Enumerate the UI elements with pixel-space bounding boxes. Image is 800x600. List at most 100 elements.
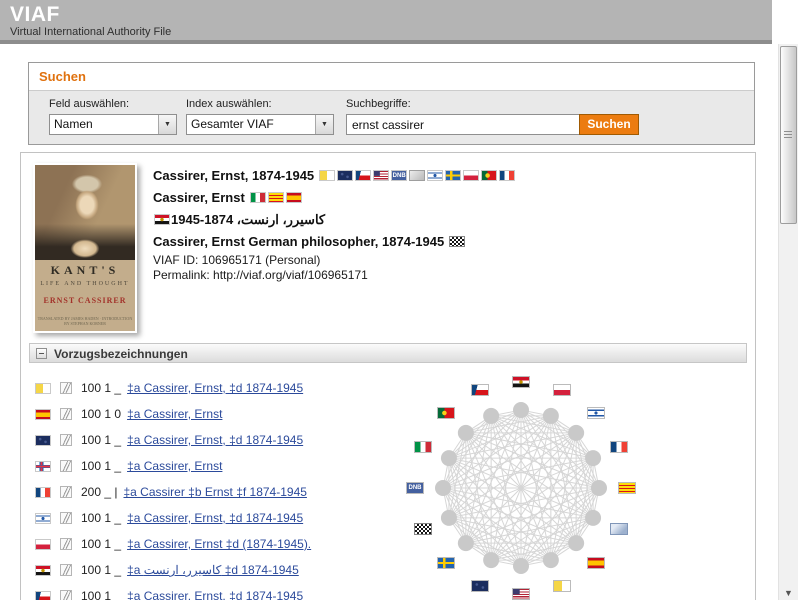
source-record-icon[interactable] [60,460,72,472]
sweden-flag-icon[interactable] [445,170,461,181]
graph-node[interactable] [441,450,457,466]
czech-flag-icon[interactable] [471,384,489,396]
graph-node[interactable] [483,552,499,568]
source-record-icon[interactable] [60,408,72,420]
heading-link[interactable]: ‡a Cassirer, Ernst, ‡d 1874-1945 [127,511,303,525]
france-flag-icon[interactable] [35,487,51,498]
dnb-flag-icon[interactable]: DNB [391,170,407,181]
catalonia-flag-icon[interactable] [268,192,284,203]
spain-flag-icon[interactable] [587,557,605,569]
graph-node[interactable] [568,535,584,551]
heading-link[interactable]: ‡a Cassirer, Ernst, ‡d 1874-1945 [127,381,303,395]
marc-field-code: 100 1 _ [81,381,121,395]
graph-node[interactable] [543,552,559,568]
heading-link[interactable]: ‡a Cassirer, Ernst [127,407,222,421]
source-record-icon[interactable] [60,564,72,576]
vatican-flag-icon[interactable] [319,170,335,181]
nukat-flag-icon[interactable] [471,580,489,592]
poland-flag-icon[interactable] [35,539,51,550]
egypt-flag-icon[interactable] [35,565,51,576]
israel-flag-icon[interactable] [427,170,443,181]
sweden-flag-icon[interactable] [437,557,455,569]
scrollbar-grip-icon [784,131,792,138]
wikidata-flag-icon[interactable] [414,523,432,535]
collapse-minus-icon[interactable] [36,348,47,359]
source-record-icon[interactable] [60,538,72,550]
viaf-cloud-graph[interactable]: DNB [376,366,666,600]
graph-node[interactable] [458,535,474,551]
nukat-flag-icon[interactable] [35,435,51,446]
app-header: VIAF Virtual International Authority Fil… [0,0,772,44]
us-flag-icon[interactable] [373,170,389,181]
wikidata-flag-icon[interactable] [449,236,465,247]
scrollbar-thumb[interactable] [780,46,797,224]
spain-flag-icon[interactable] [35,409,51,420]
vertical-scrollbar[interactable]: ▼ [778,44,798,600]
israel-flag-icon[interactable] [35,513,51,524]
marc-field-code: 100 1 _ [81,589,121,600]
chevron-down-icon[interactable]: ▼ [315,115,333,134]
record-heading-line: Cassirer, Ernst [153,187,516,209]
italy-flag-icon[interactable] [250,192,266,203]
faroe-flag-icon[interactable] [35,461,51,472]
poland-flag-icon[interactable] [463,170,479,181]
cover-subtitle: LIFE AND THOUGHT [35,281,135,287]
graph-node[interactable] [441,510,457,526]
graph-node[interactable] [585,450,601,466]
italy-flag-icon[interactable] [414,441,432,453]
czech-flag-icon[interactable] [355,170,371,181]
graph-node[interactable] [458,425,474,441]
marc-field-code: 200 _ | [81,485,117,499]
search-input[interactable] [346,114,580,135]
graph-node[interactable] [543,408,559,424]
egypt-flag-icon[interactable] [512,376,530,388]
section-bar-vorzugsbezeichnungen: Vorzugsbezeichnungen [29,343,747,363]
viaf-page: VIAF Virtual International Authority Fil… [0,0,800,600]
israel-flag-icon[interactable] [587,407,605,419]
graph-node[interactable] [568,425,584,441]
vatican-flag-icon[interactable] [35,383,51,394]
record-panel: KANT'S LIFE AND THOUGHT ERNST CASSIRER T… [20,152,756,600]
kant-portrait-art [35,165,135,260]
record-heading-line: كاسيرر، ارنست، 1874-1945 [153,209,516,231]
graph-node[interactable] [435,480,451,496]
graybox-flag-icon[interactable] [409,170,425,181]
egypt-flag-icon[interactable] [154,214,170,225]
graph-node[interactable] [513,402,529,418]
vatican-flag-icon[interactable] [553,580,571,592]
source-record-icon[interactable] [60,486,72,498]
field-select[interactable]: Namen ▼ [49,114,177,135]
search-button[interactable]: Suchen [579,114,639,135]
heading-link[interactable]: ‡a Cassirer, Ernst, ‡d 1874-1945 [127,433,303,447]
graph-node[interactable] [591,480,607,496]
graph-node[interactable] [483,408,499,424]
portugal-flag-icon[interactable] [437,407,455,419]
heading-link[interactable]: ‡a Cassirer, Ernst, ‡d 1874-1945 [127,589,303,600]
heading-link[interactable]: ‡a Cassirer, Ernst ‡d (1874-1945). [127,537,311,551]
source-record-icon[interactable] [60,382,72,394]
heading-link[interactable]: ‡a Cassirer, Ernst [127,459,222,473]
lightblue-flag-icon[interactable] [610,523,628,535]
graph-node[interactable] [513,558,529,574]
index-select[interactable]: Gesamter VIAF ▼ [186,114,334,135]
dnb-flag-icon[interactable]: DNB [406,482,424,494]
us-flag-icon[interactable] [512,588,530,600]
heading-link[interactable]: ‡a Cassirer ‡b Ernst ‡f 1874-1945 [123,485,306,499]
spain-flag-icon[interactable] [286,192,302,203]
chevron-down-icon[interactable]: ▼ [158,115,176,134]
record-heading-line: Cassirer, Ernst German philosopher, 1874… [153,231,516,253]
nukat-flag-icon[interactable] [337,170,353,181]
france-flag-icon[interactable] [499,170,515,181]
heading-link[interactable]: ‡a كاسيرر، ارنست ‡d 1874-1945 [127,563,299,577]
source-record-icon[interactable] [60,434,72,446]
record-heading-text: كاسيرر، ارنست، 1874-1945 [171,212,325,227]
graph-node[interactable] [585,510,601,526]
source-record-icon[interactable] [60,590,72,600]
catalonia-flag-icon[interactable] [618,482,636,494]
poland-flag-icon[interactable] [553,384,571,396]
france-flag-icon[interactable] [610,441,628,453]
source-record-icon[interactable] [60,512,72,524]
scrollbar-down-arrow-icon[interactable]: ▼ [779,588,798,598]
czech-flag-icon[interactable] [35,591,51,600]
portugal-flag-icon[interactable] [481,170,497,181]
